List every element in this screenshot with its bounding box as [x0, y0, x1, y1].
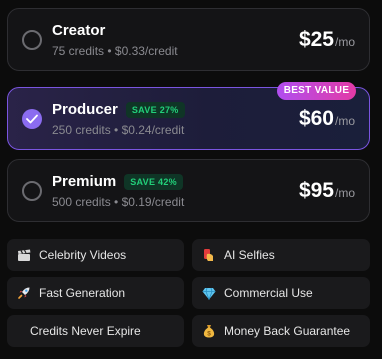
plan-price: $60 [298, 106, 334, 130]
radio-unselected[interactable] [22, 29, 42, 50]
plan-price: $95 [298, 178, 334, 202]
feature-label: Celebrity Videos [39, 248, 127, 262]
selfie-hand-icon [202, 248, 216, 262]
feature-commercial-use: Commercial Use [192, 277, 370, 309]
save-badge: SAVE 42% [124, 173, 183, 190]
price-unit: /mo [334, 185, 355, 200]
plan-option-creator[interactable]: Creator 75 credits • $0.33/credit $25 /m… [7, 8, 370, 71]
plan-details: 75 credits • $0.33/credit [52, 43, 178, 58]
plan-option-premium[interactable]: Premium SAVE 42% 500 credits • $0.19/cre… [7, 159, 370, 222]
price-unit: /mo [334, 34, 355, 49]
svg-text:$: $ [207, 330, 211, 337]
plan-name: Creator [52, 21, 106, 39]
price-unit: /mo [334, 113, 355, 128]
feature-label: Credits Never Expire [30, 324, 141, 338]
clapper-board-icon [17, 248, 31, 262]
plan-name: Producer [52, 100, 118, 118]
feature-credits-never-expire: Credits Never Expire [7, 315, 184, 347]
feature-celebrity-videos: Celebrity Videos [7, 239, 184, 271]
plan-details: 250 credits • $0.24/credit [52, 122, 185, 137]
plan-details: 500 credits • $0.19/credit [52, 194, 185, 209]
feature-ai-selfies: AI Selfies [192, 239, 370, 271]
feature-label: AI Selfies [224, 248, 275, 262]
plan-name: Premium [52, 172, 117, 190]
feature-label: Fast Generation [39, 286, 126, 300]
plan-price: $25 [298, 27, 334, 51]
radio-unselected[interactable] [22, 180, 42, 201]
feature-money-back-guarantee: $ Money Back Guarantee [192, 315, 370, 347]
feature-label: Commercial Use [224, 286, 313, 300]
feature-label: Money Back Guarantee [224, 324, 351, 338]
rocket-icon [17, 286, 31, 300]
best-value-badge: BEST VALUE [277, 82, 356, 100]
feature-fast-generation: Fast Generation [7, 277, 184, 309]
money-bag-icon: $ [202, 324, 216, 338]
save-badge: SAVE 27% [125, 101, 185, 118]
diamond-icon [202, 286, 216, 300]
radio-selected-check-icon[interactable] [22, 108, 42, 129]
